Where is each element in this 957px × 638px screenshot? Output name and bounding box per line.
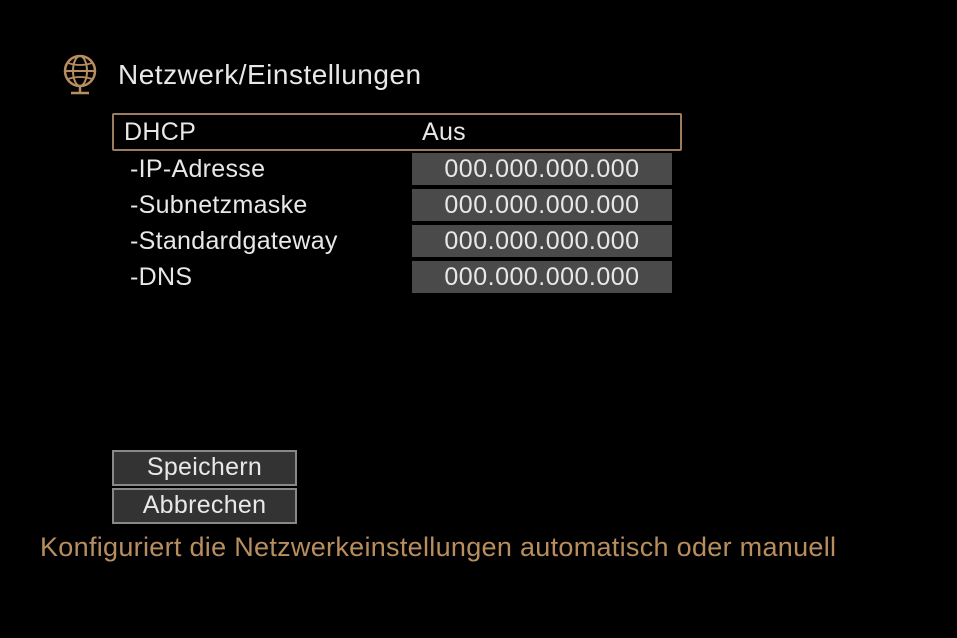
setting-ip-value[interactable]: 000.000.000.000 (412, 153, 672, 185)
setting-gateway[interactable]: -Standardgateway 000.000.000.000 (112, 223, 682, 259)
globe-icon (60, 55, 100, 95)
setting-gateway-label: -Standardgateway (112, 227, 412, 256)
setting-dhcp[interactable]: DHCP Aus (112, 113, 682, 151)
setting-subnet[interactable]: -Subnetzmaske 000.000.000.000 (112, 187, 682, 223)
setting-ip-label: -IP-Adresse (112, 155, 412, 184)
settings-panel: DHCP Aus -IP-Adresse 000.000.000.000 -Su… (112, 113, 682, 295)
setting-dns-value[interactable]: 000.000.000.000 (412, 261, 672, 293)
setting-ip[interactable]: -IP-Adresse 000.000.000.000 (112, 151, 682, 187)
setting-dhcp-value: Aus (414, 118, 466, 147)
setting-subnet-value[interactable]: 000.000.000.000 (412, 189, 672, 221)
setting-dns-label: -DNS (112, 263, 412, 292)
save-button[interactable]: Speichern (112, 450, 297, 486)
setting-dns[interactable]: -DNS 000.000.000.000 (112, 259, 682, 295)
help-text: Konfiguriert die Netzwerkeinstellungen a… (40, 532, 957, 563)
page-header: Netzwerk/Einstellungen (0, 0, 957, 95)
cancel-button[interactable]: Abbrechen (112, 488, 297, 524)
button-panel: Speichern Abbrechen (112, 450, 957, 524)
setting-dhcp-label: DHCP (114, 118, 414, 147)
setting-subnet-label: -Subnetzmaske (112, 191, 412, 220)
setting-gateway-value[interactable]: 000.000.000.000 (412, 225, 672, 257)
page-title: Netzwerk/Einstellungen (118, 59, 422, 91)
